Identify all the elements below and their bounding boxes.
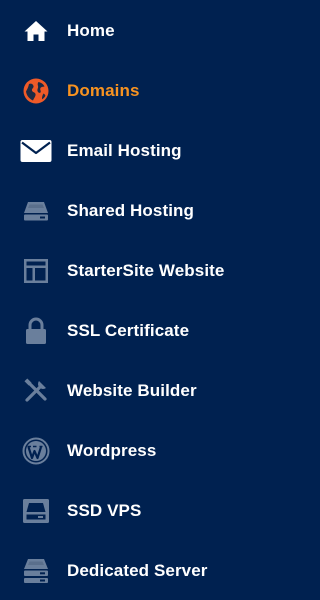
lock-icon — [20, 315, 52, 347]
sidebar-item-label: Shared Hosting — [67, 201, 195, 220]
globe-icon — [20, 75, 52, 107]
sidebar-item-label: StarterSite Website — [67, 261, 225, 280]
sidebar-item-wordpress[interactable]: Wordpress — [0, 429, 289, 473]
sidebar-item-email-hosting[interactable]: Email Hosting — [0, 129, 289, 173]
home-icon — [20, 15, 52, 47]
sidebar-item-ssl-certificate[interactable]: SSL Certificate — [0, 309, 289, 353]
sidebar-item-website-builder[interactable]: Website Builder — [0, 369, 289, 413]
sidebar-item-dedicated-server[interactable]: Dedicated Server — [0, 549, 289, 593]
server-drive-icon — [20, 195, 52, 227]
server-stack-icon — [20, 555, 52, 587]
layout-template-icon — [20, 255, 52, 287]
sidebar-item-domains[interactable]: Domains — [0, 69, 289, 113]
sidebar-item-startersite-website[interactable]: StarterSite Website — [0, 249, 289, 293]
wordpress-icon — [20, 435, 52, 467]
sidebar-item-label: SSD VPS — [67, 501, 142, 520]
sidebar-item-ssd-vps[interactable]: SSD VPS — [0, 489, 289, 533]
tools-icon — [20, 375, 52, 407]
sidebar-item-label: Home — [67, 21, 115, 40]
sidebar-item-label: Wordpress — [67, 441, 157, 460]
sidebar-nav: Home Domains Email Hosting Shared Hostin… — [0, 0, 289, 600]
sidebar-item-label: SSL Certificate — [67, 321, 190, 340]
sidebar-item-label: Email Hosting — [67, 141, 182, 160]
sidebar-item-home[interactable]: Home — [0, 9, 289, 53]
sidebar-item-label: Website Builder — [67, 381, 197, 400]
envelope-icon — [20, 135, 52, 167]
sidebar-item-label: Domains — [67, 81, 140, 100]
ssd-drive-icon — [20, 495, 52, 527]
sidebar-item-label: Dedicated Server — [67, 561, 208, 580]
sidebar-item-shared-hosting[interactable]: Shared Hosting — [0, 189, 289, 233]
